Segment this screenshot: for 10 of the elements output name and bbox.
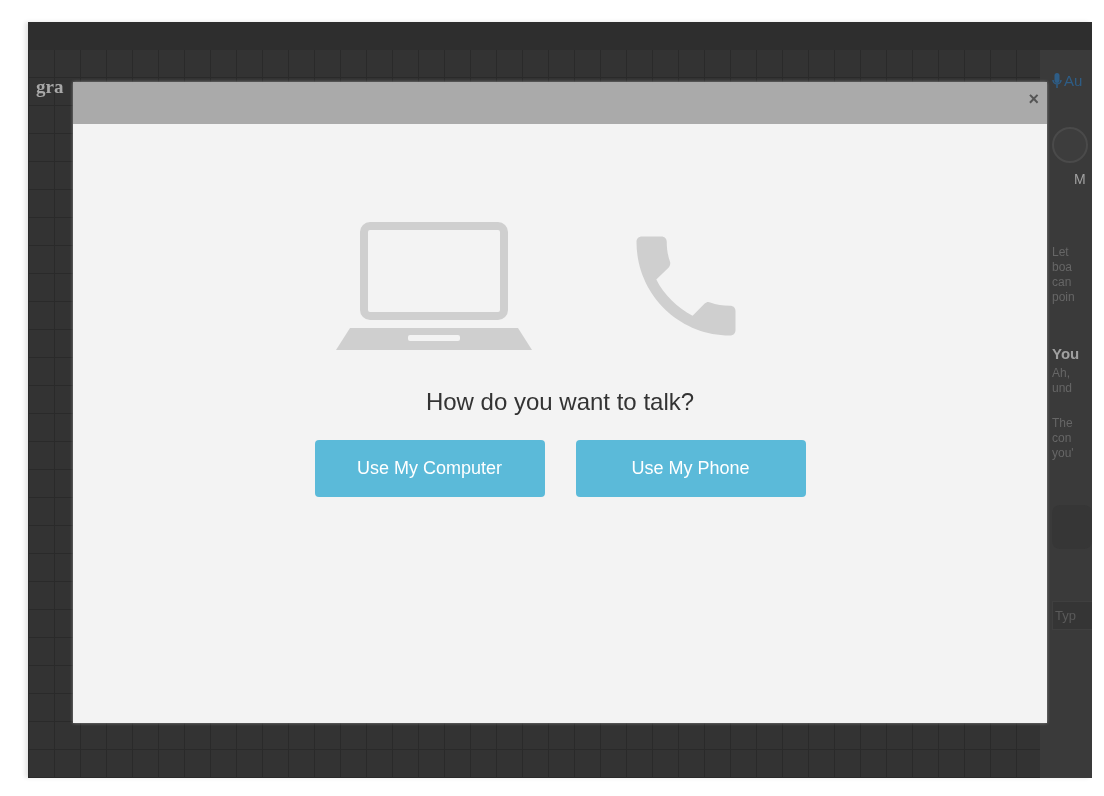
page-title: gra [35,75,64,98]
audio-label[interactable]: Au [1064,72,1083,89]
choice-button[interactable]: Use My Phone [575,440,806,497]
close-button[interactable]: × [1028,82,1047,108]
user-name: M [1074,171,1087,187]
choice-button[interactable]: Use My Computer [314,440,545,497]
dialog-question: How do you want to talk? [425,388,695,416]
message-author: You [1052,345,1081,362]
microphone-icon [1052,72,1062,89]
laptop-icon [336,222,532,352]
